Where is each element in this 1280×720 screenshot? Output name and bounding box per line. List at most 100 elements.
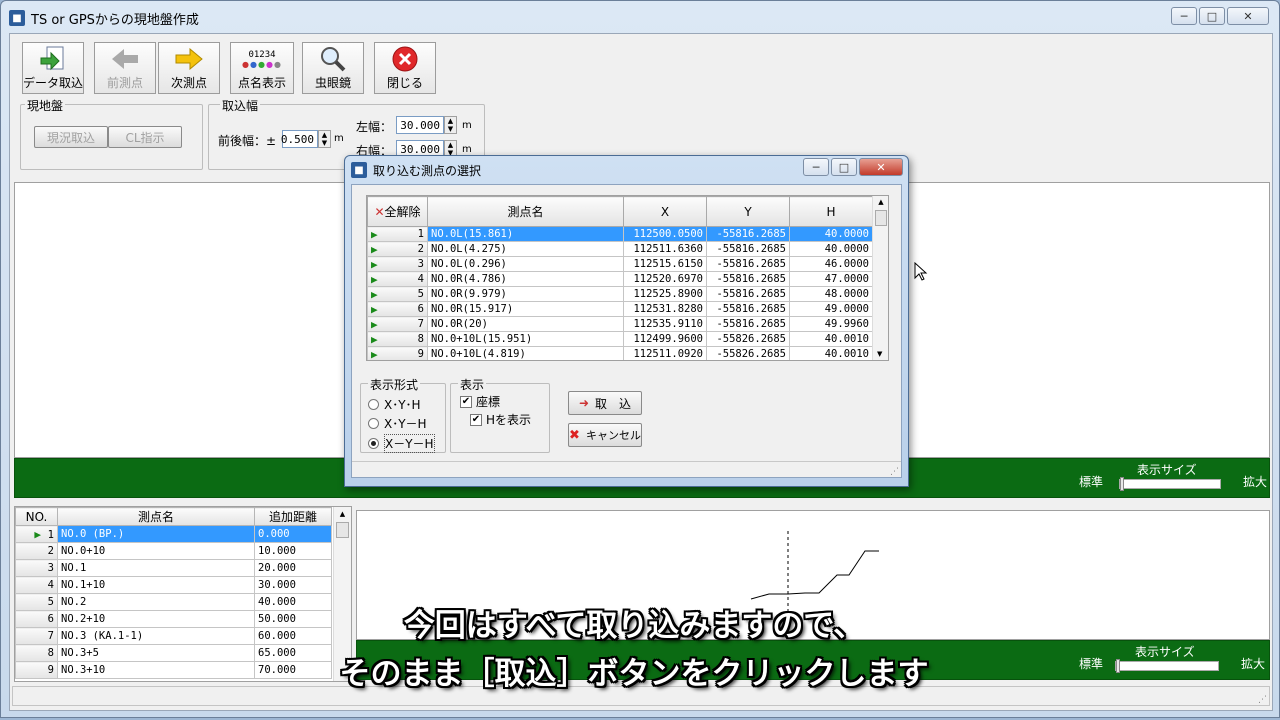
cl-instruction-button[interactable]: CL指示 xyxy=(108,126,182,148)
dialog-minimize-button[interactable]: ─ xyxy=(803,158,829,176)
close-label: 閉じる xyxy=(386,76,423,90)
format-group-label: 表示形式 xyxy=(368,376,421,393)
import-flag-icon: ▶ xyxy=(371,257,378,271)
import-flag-icon: ▶ xyxy=(371,332,378,346)
point-name-display-button[interactable]: 01234 ●●●●● 点名表示 xyxy=(230,42,294,94)
point-h-cell: 40.0000 xyxy=(789,241,873,257)
point-row[interactable]: ▶ 7 NO.0R(20) 112535.9110 -55816.2685 49.9960 xyxy=(367,316,873,332)
window-title: TS or GPSからの現地盤作成 xyxy=(31,12,199,28)
coords-checkbox-label: 座標 xyxy=(476,395,501,409)
upper-size-slider[interactable] xyxy=(1119,477,1221,491)
points-grid: ✕全解除 測点名 X Y H ▶ 1 NO.0L(15.861) 112500.050… xyxy=(366,195,889,361)
row-no-text: 1 xyxy=(47,528,54,541)
dialog-maximize-button[interactable]: □ xyxy=(831,158,857,176)
magnifier-button[interactable]: 虫眼鏡 xyxy=(302,42,364,94)
format-radio-xy-h[interactable]: X･Y－H xyxy=(368,415,427,432)
import-flag-icon: ▶ xyxy=(371,317,378,331)
cancel-x-icon: ✖ xyxy=(569,427,580,443)
radio-xyh[interactable] xyxy=(368,399,379,410)
import-data-label: データ取込 xyxy=(23,76,84,90)
maximize-button[interactable]: □ xyxy=(1199,7,1225,25)
magnifier-icon xyxy=(318,47,348,72)
dialog-close-button[interactable]: ✕ xyxy=(859,158,903,176)
point-row[interactable]: ▶ 9 NO.0+10L(4.819) 112511.0920 -55826.2685 4… xyxy=(367,346,873,361)
current-import-button[interactable]: 現況取込 xyxy=(34,126,108,148)
point-name-cell: NO.0R(20) xyxy=(427,316,624,332)
point-name-display-label: 点名表示 xyxy=(237,76,286,90)
col-point-name: 測点名 xyxy=(427,196,624,227)
row-no: ▶ 1 xyxy=(15,525,58,543)
show-h-checkbox[interactable]: ✔ xyxy=(470,413,482,426)
table-row[interactable]: 3 NO.1 20.000 xyxy=(15,559,332,577)
point-y-cell: -55826.2685 xyxy=(706,346,790,360)
minimize-button[interactable]: ─ xyxy=(1171,7,1197,25)
row-distance: 0.000 xyxy=(254,525,332,543)
close-window-button[interactable]: ✕ xyxy=(1227,7,1269,25)
points-grid-scrollbar[interactable]: ▲ ▼ xyxy=(872,196,888,360)
table-row[interactable]: ▶ 1 NO.0 (BP.) 0.000 xyxy=(15,525,332,543)
front-width-spinner[interactable]: ▲ ▼ xyxy=(318,130,331,148)
point-row-header[interactable]: ▶ 4 xyxy=(367,271,428,287)
show-h-checkbox-row[interactable]: ✔ Hを表示 xyxy=(470,411,531,428)
point-h-cell: 40.0010 xyxy=(789,346,873,360)
front-width-input[interactable]: 0.500 xyxy=(281,130,318,148)
point-row-header[interactable]: ▶ 2 xyxy=(367,241,428,257)
row-no: 4 xyxy=(15,576,58,594)
points-grid-scroll-thumb[interactable] xyxy=(875,210,887,226)
col-y: Y xyxy=(706,196,790,227)
prev-station-button[interactable]: 前測点 xyxy=(94,42,156,94)
format-xyh-label: X･Y･H xyxy=(384,398,421,412)
point-row-header[interactable]: ▶ 5 xyxy=(367,286,428,302)
point-row-header[interactable]: ▶ 1 xyxy=(367,226,428,242)
point-x-cell: 112525.8900 xyxy=(623,286,707,302)
table-row[interactable]: 4 NO.1+10 30.000 xyxy=(15,576,332,594)
point-row[interactable]: ▶ 6 NO.0R(15.917) 112531.8280 -55816.2685 49.… xyxy=(367,301,873,317)
point-h-cell: 48.0000 xyxy=(789,286,873,302)
close-button[interactable]: 閉じる xyxy=(374,42,436,94)
front-width-unit: m xyxy=(334,133,344,144)
station-list-scroll-thumb[interactable] xyxy=(336,522,349,538)
clear-all-button[interactable]: ✕全解除 xyxy=(367,196,428,227)
magnifier-label: 虫眼鏡 xyxy=(314,76,351,90)
cancel-button[interactable]: ✖ キャンセル xyxy=(568,423,642,447)
point-row-header[interactable]: ▶ 6 xyxy=(367,301,428,317)
import-data-button[interactable]: データ取込 xyxy=(22,42,84,94)
point-row[interactable]: ▶ 5 NO.0R(9.979) 112525.8900 -55816.2685 48.0… xyxy=(367,286,873,302)
point-row[interactable]: ▶ 1 NO.0L(15.861) 112500.0500 -55816.2685 40.… xyxy=(367,226,873,242)
point-row-header[interactable]: ▶ 7 xyxy=(367,316,428,332)
point-row[interactable]: ▶ 4 NO.0R(4.786) 112520.6970 -55816.2685 47.0… xyxy=(367,271,873,287)
table-row[interactable]: 2 NO.0+10 10.000 xyxy=(15,542,332,560)
point-x-cell: 112500.0500 xyxy=(623,226,707,242)
point-row-header[interactable]: ▶ 9 xyxy=(367,346,428,361)
row-no-text: 4 xyxy=(47,579,54,591)
coords-checkbox-row[interactable]: ✔ 座標 xyxy=(460,393,500,410)
point-name-cell: NO.0L(4.275) xyxy=(427,241,624,257)
point-y-cell: -55816.2685 xyxy=(706,271,790,287)
radio-xy-h[interactable] xyxy=(368,418,379,429)
coords-checkbox[interactable]: ✔ xyxy=(460,395,472,408)
point-name-cell: NO.0+10L(15.951) xyxy=(427,331,624,347)
left-width-spinner[interactable]: ▲ ▼ xyxy=(444,116,457,134)
point-row[interactable]: ▶ 3 NO.0L(0.296) 112515.6150 -55816.2685 46.0… xyxy=(367,256,873,272)
point-row[interactable]: ▶ 8 NO.0+10L(15.951) 112499.9600 -55826.2685… xyxy=(367,331,873,347)
import-button[interactable]: ➜ 取 込 xyxy=(568,391,642,415)
point-row-header[interactable]: ▶ 3 xyxy=(367,256,428,272)
import-flag-icon: ▶ xyxy=(371,272,378,286)
point-name-cell: NO.0L(0.296) xyxy=(427,256,624,272)
upper-size-label: 表示サイズ xyxy=(1137,463,1197,477)
row-station-name: NO.0 (BP.) xyxy=(57,525,255,543)
point-row-header[interactable]: ▶ 8 xyxy=(367,331,428,347)
format-radio-xyh[interactable]: X･Y･H xyxy=(368,396,421,413)
import-flag-icon: ▶ xyxy=(371,347,378,361)
app-icon: ■ xyxy=(9,10,25,26)
point-row[interactable]: ▶ 2 NO.0L(4.275) 112511.6360 -55816.2685 40.0… xyxy=(367,241,873,257)
upper-size-thumb[interactable] xyxy=(1120,477,1124,491)
dialog-app-icon: ■ xyxy=(351,162,367,178)
row-station-name: NO.0+10 xyxy=(57,542,255,560)
format-radio-x-y-h[interactable]: X－Y－H xyxy=(368,434,435,453)
left-width-label: 左幅： xyxy=(356,120,393,134)
radio-x-y-h[interactable] xyxy=(368,438,379,449)
left-width-input[interactable]: 30.000 xyxy=(396,116,444,134)
subtitle-line-1: 今回はすべて取り込みますので、 xyxy=(403,608,865,644)
next-station-button[interactable]: 次測点 xyxy=(158,42,220,94)
